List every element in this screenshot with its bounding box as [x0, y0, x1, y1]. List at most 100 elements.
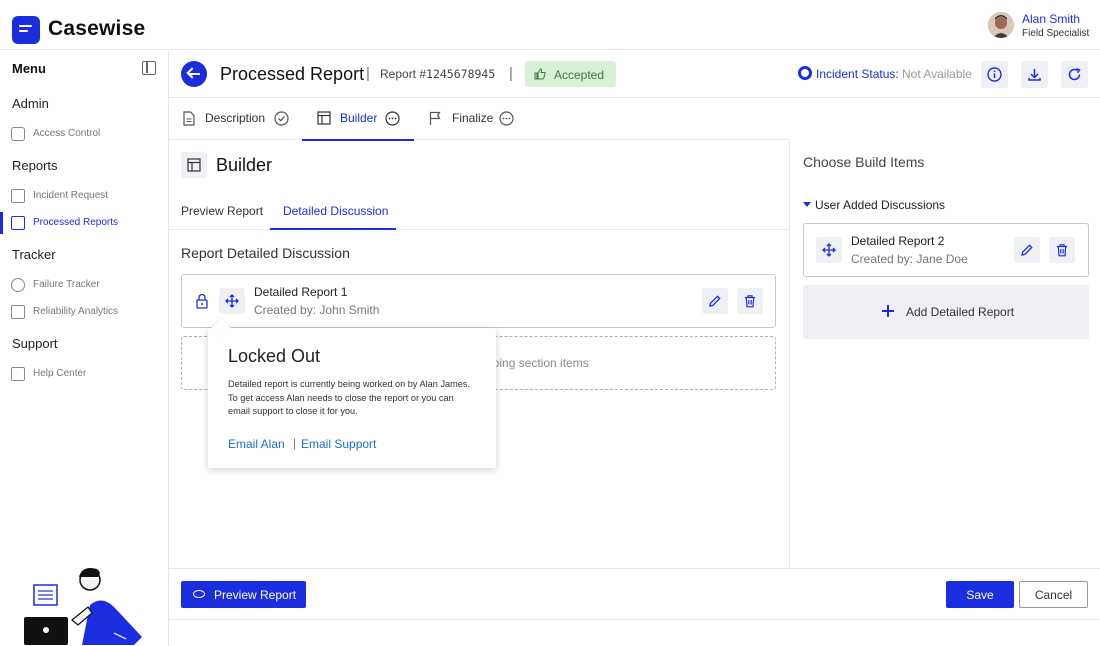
delete-button[interactable]: [1049, 237, 1075, 263]
info-button[interactable]: [981, 61, 1008, 88]
sidebar-item-label: Failure Tracker: [33, 279, 100, 290]
pencil-icon: [1021, 244, 1033, 256]
check-circle-icon: [274, 111, 289, 126]
section-support: Support: [12, 336, 58, 351]
build-item-created: Created by: Jane Doe: [851, 252, 968, 266]
subtab-detailed-discussion[interactable]: Detailed Discussion: [283, 204, 388, 218]
drag-handle[interactable]: [219, 288, 245, 314]
locked-out-tooltip: Locked Out Detailed report is currently …: [208, 328, 496, 468]
sidebar-collapse-icon[interactable]: [142, 61, 156, 75]
plus-icon: [882, 305, 894, 317]
sidebar-item-reliability-analytics[interactable]: Reliability Analytics: [0, 301, 168, 323]
save-button[interactable]: Save: [946, 581, 1014, 608]
page-header: Processed Report | Report #1245678945 | …: [169, 50, 1100, 98]
add-detailed-report-label: Add Detailed Report: [906, 305, 1015, 319]
tab-builder[interactable]: Builder: [302, 98, 414, 141]
illustration-icon: [24, 568, 142, 645]
sidebar-item-label: Reliability Analytics: [33, 306, 119, 317]
report-card-title: Detailed Report 1: [254, 285, 348, 299]
report-number-value: 1245678945: [426, 67, 496, 81]
report-card[interactable]: Detailed Report 1 Created by: John Smith: [181, 274, 776, 328]
panel-title: Choose Build Items: [803, 154, 925, 170]
sidebar: Menu Admin Access Control Reports Incide…: [0, 50, 169, 646]
cancel-button[interactable]: Cancel: [1019, 581, 1088, 608]
builder-table-icon: [181, 152, 207, 178]
pencil-icon: [709, 295, 721, 307]
tooltip-body: Detailed report is currently being worke…: [228, 379, 471, 416]
report-number-label: Report #: [380, 67, 427, 81]
back-button[interactable]: [181, 61, 207, 87]
tab-description[interactable]: Description: [181, 98, 297, 140]
tab-label: Description: [205, 111, 266, 125]
tooltip-title: Locked Out: [228, 346, 321, 366]
tab-label: Builder: [340, 111, 378, 125]
status-badge-label: Accepted: [554, 68, 605, 82]
tab-label: Finalize: [452, 111, 494, 125]
info-icon: [987, 67, 1002, 82]
incident-status-label: Incident Status:: [816, 67, 899, 81]
move-icon: [225, 294, 239, 308]
preview-report-button[interactable]: Preview Report: [181, 581, 306, 608]
footer-bar: Preview Report Save Cancel: [169, 568, 1100, 620]
app-name: Casewise: [48, 17, 146, 40]
report-number: Report #1245678945: [380, 67, 495, 81]
incident-icon: [11, 189, 25, 203]
sidebar-item-label: Access Control: [33, 128, 101, 139]
refresh-icon: [1068, 67, 1081, 81]
eye-icon: [193, 590, 205, 598]
more-circle-icon: [499, 111, 514, 126]
section-admin: Admin: [12, 96, 49, 111]
lock-icon: [11, 127, 25, 141]
report-icon: [11, 216, 25, 230]
header-separator: |: [366, 65, 370, 82]
sidebar-item-incident-request[interactable]: Incident Request: [0, 185, 168, 207]
analytics-icon: [11, 305, 25, 319]
user-name[interactable]: Alan Smith: [1022, 12, 1080, 26]
builder-subtabs: Preview Report Detailed Discussion: [169, 195, 789, 230]
caret-down-icon[interactable]: [803, 202, 811, 207]
thumbs-up-icon: [534, 68, 546, 80]
lock-icon: [196, 293, 208, 309]
builder-title: Builder: [216, 155, 273, 175]
flag-icon: [429, 111, 441, 125]
avatar[interactable]: [988, 12, 1014, 38]
email-support-link[interactable]: Email Support: [301, 437, 376, 451]
add-detailed-report-button[interactable]: Add Detailed Report: [803, 285, 1089, 339]
sidebar-item-label: Help Center: [33, 368, 87, 379]
download-icon: [1028, 69, 1041, 81]
sidebar-item-processed-reports[interactable]: Processed Reports: [0, 212, 168, 234]
download-button[interactable]: [1021, 61, 1048, 88]
more-circle-icon: [385, 111, 400, 126]
logo-icon: [12, 16, 40, 44]
edit-button[interactable]: [702, 288, 728, 314]
incident-status-icon: [798, 66, 812, 80]
drag-handle[interactable]: [816, 237, 842, 263]
group-label[interactable]: User Added Discussions: [815, 198, 945, 212]
avatar-image: [988, 12, 1014, 38]
build-item-title: Detailed Report 2: [851, 234, 945, 248]
header-separator: |: [509, 65, 513, 82]
drop-zone-text: pping section items: [486, 356, 589, 370]
section-title: Report Detailed Discussion: [181, 245, 350, 261]
target-icon: [11, 278, 25, 292]
email-alan-link[interactable]: Email Alan: [228, 437, 285, 451]
preview-report-label: Preview Report: [214, 588, 297, 602]
top-bar: Casewise Alan Smith Field Specialist: [0, 0, 1100, 50]
report-card-created: Created by: John Smith: [254, 303, 380, 317]
cancel-label: Cancel: [1034, 588, 1073, 602]
subtab-preview-report[interactable]: Preview Report: [181, 204, 263, 218]
sidebar-item-access-control[interactable]: Access Control: [0, 123, 168, 145]
tab-finalize[interactable]: Finalize: [427, 98, 527, 140]
app-root: Casewise Alan Smith Field Specialist Men…: [0, 0, 1100, 646]
sidebar-item-help-center[interactable]: Help Center: [0, 363, 168, 385]
sidebar-item-failure-tracker[interactable]: Failure Tracker: [0, 274, 168, 296]
table-icon: [317, 111, 331, 125]
menu-title: Menu: [12, 61, 46, 76]
step-tabs: Description Builder Finalize: [169, 98, 789, 141]
delete-button[interactable]: [737, 288, 763, 314]
table-icon: [187, 158, 201, 172]
build-item-card[interactable]: Detailed Report 2 Created by: Jane Doe: [803, 223, 1089, 277]
refresh-button[interactable]: [1061, 61, 1088, 88]
edit-button[interactable]: [1014, 237, 1040, 263]
move-icon: [822, 243, 836, 257]
